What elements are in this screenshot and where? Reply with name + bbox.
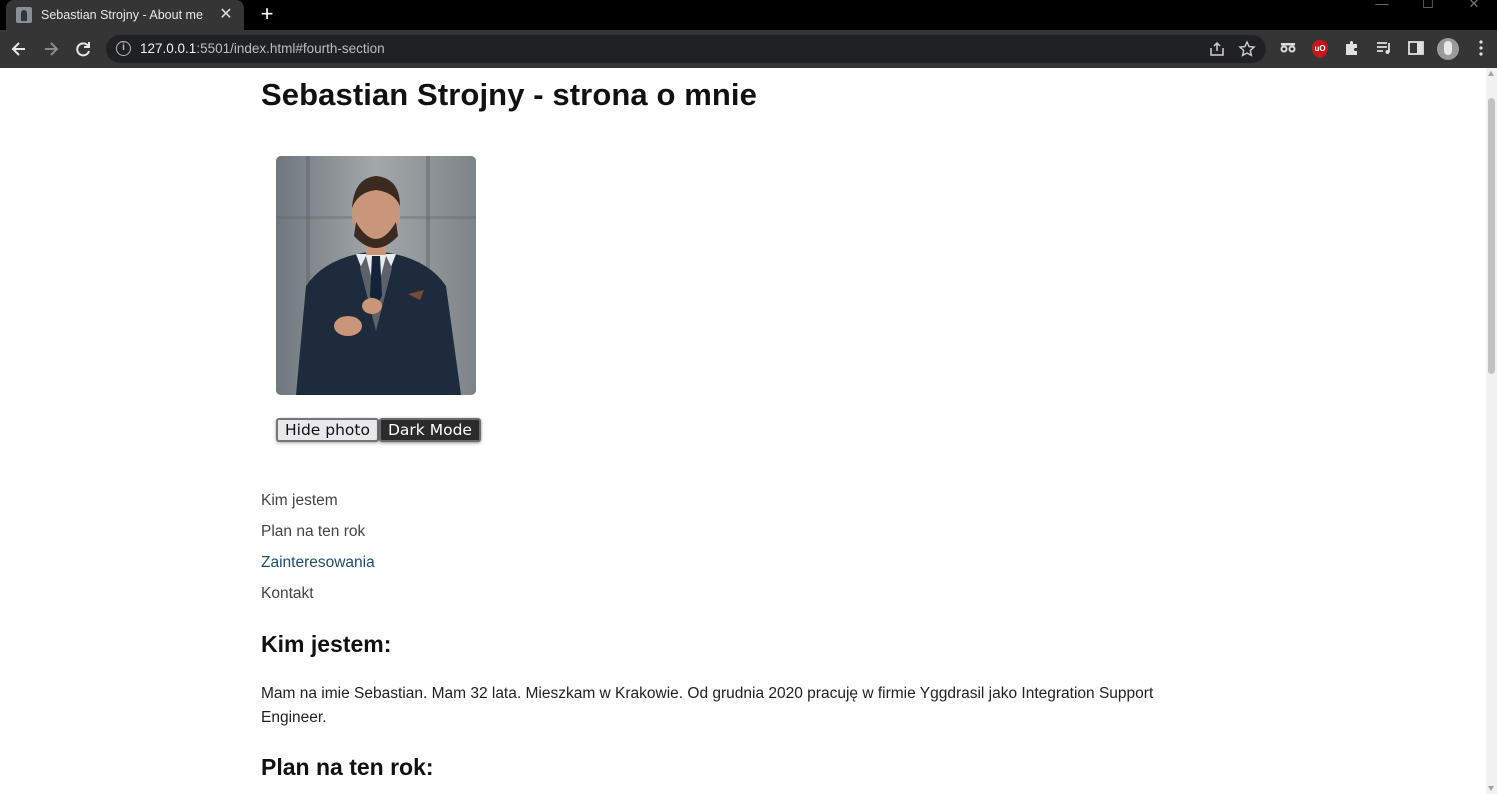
maximize-button[interactable]: ☐ [1405, 0, 1451, 30]
nav-item-plan[interactable]: Plan na ten rok [261, 521, 375, 552]
tab-title: Sebastian Strojny - About me [41, 8, 203, 22]
new-tab-button[interactable]: + [256, 2, 278, 26]
profile-avatar-icon[interactable] [1437, 38, 1459, 60]
section-heading-kim-jestem: Kim jestem: [261, 631, 392, 657]
page-scrollbar[interactable] [1486, 68, 1497, 794]
minimize-button[interactable]: — [1359, 0, 1405, 30]
section-nav: Kim jestem Plan na ten rok Zainteresowan… [261, 490, 375, 614]
page-title: Sebastian Strojny - strona o mnie [261, 77, 757, 112]
extensions-puzzle-icon[interactable] [1342, 38, 1362, 58]
back-button[interactable] [8, 38, 30, 60]
nav-link-kontakt[interactable]: Kontakt [261, 585, 314, 602]
reload-icon [76, 42, 90, 57]
close-window-button[interactable]: ✕ [1451, 0, 1497, 30]
address-bar[interactable]: i 127.0.0.1:5501/index.html#fourth-secti… [106, 35, 1266, 63]
section-text-kim-jestem: Mam na imie Sebastian. Mam 32 lata. Mies… [261, 685, 1154, 726]
profile-photo [276, 156, 476, 395]
browser-menu-icon[interactable] [1471, 38, 1491, 58]
close-tab-icon[interactable]: ✕ [218, 7, 234, 23]
dark-mode-button[interactable]: Dark Mode [379, 418, 481, 442]
nav-item-zainteresowania[interactable]: Zainteresowania [261, 552, 375, 583]
browser-tab[interactable]: Sebastian Strojny - About me ✕ [6, 0, 244, 30]
nav-link-plan[interactable]: Plan na ten rok [261, 523, 365, 540]
share-icon[interactable] [1208, 40, 1226, 58]
tab-strip: Sebastian Strojny - About me ✕ + — ☐ ✕ [0, 0, 1497, 30]
scroll-up-arrow-icon[interactable] [1488, 71, 1494, 76]
nav-item-kim-jestem[interactable]: Kim jestem [261, 490, 375, 521]
window-controls: — ☐ ✕ [1359, 0, 1497, 30]
extension-spy-icon[interactable] [1278, 38, 1298, 58]
bookmark-star-icon[interactable] [1238, 40, 1256, 58]
page-viewport: Sebastian Strojny - strona o mnie Hide p… [0, 68, 1486, 794]
media-control-icon[interactable] [1374, 38, 1394, 58]
reload-button[interactable] [72, 38, 94, 60]
ublock-icon[interactable]: uO [1312, 40, 1328, 58]
site-info-icon[interactable]: i [116, 41, 131, 56]
nav-link-kim-jestem[interactable]: Kim jestem [261, 492, 338, 509]
forward-button[interactable] [40, 38, 62, 60]
scroll-down-arrow-icon[interactable] [1488, 786, 1494, 791]
back-arrow-icon [11, 42, 25, 56]
side-panel-icon[interactable] [1406, 38, 1426, 58]
scroll-thumb[interactable] [1488, 98, 1495, 374]
section-heading-plan: Plan na ten rok: [261, 754, 434, 780]
nav-item-kontakt[interactable]: Kontakt [261, 583, 375, 614]
url-text[interactable]: 127.0.0.1:5501/index.html#fourth-section [140, 41, 385, 56]
nav-link-zainteresowania[interactable]: Zainteresowania [261, 554, 375, 571]
hide-photo-button[interactable]: Hide photo [276, 418, 379, 442]
favicon-icon [16, 7, 32, 23]
browser-toolbar: i 127.0.0.1:5501/index.html#fourth-secti… [0, 30, 1497, 68]
forward-arrow-icon [45, 42, 59, 56]
